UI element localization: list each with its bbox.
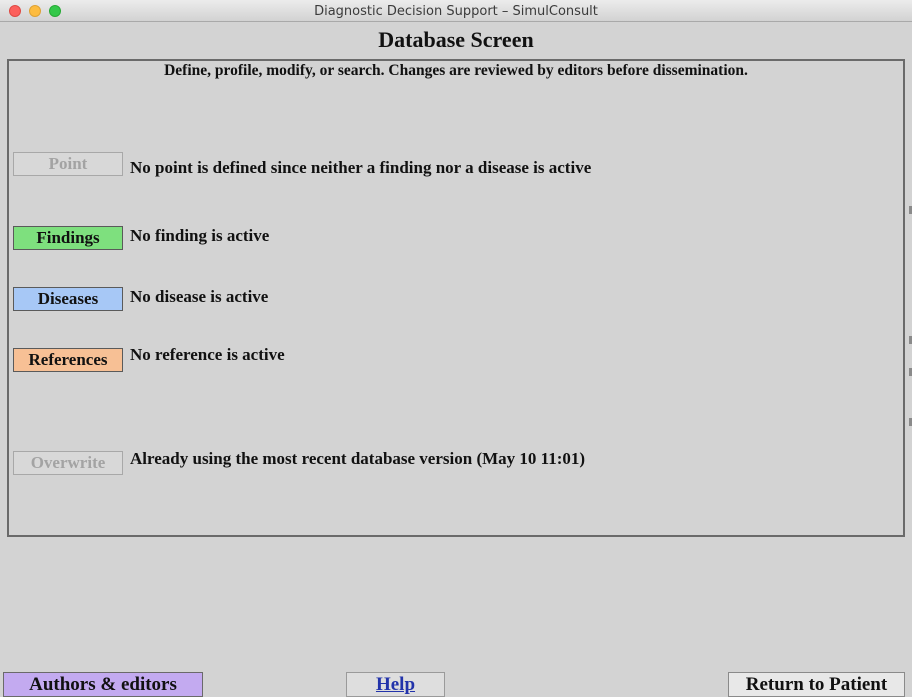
- findings-status: No finding is active: [130, 226, 270, 245]
- authors-editors-button[interactable]: Authors & editors: [3, 672, 203, 697]
- window-title: Diagnostic Decision Support – SimulConsu…: [314, 4, 598, 19]
- app-window: Diagnostic Decision Support – SimulConsu…: [0, 0, 912, 697]
- database-panel: Define, profile, modify, or search. Chan…: [7, 59, 905, 537]
- title-bar[interactable]: Diagnostic Decision Support – SimulConsu…: [0, 0, 912, 22]
- point-status: No point is defined since neither a find…: [130, 158, 592, 177]
- point-button[interactable]: Point: [13, 152, 123, 176]
- overwrite-button[interactable]: Overwrite: [13, 451, 123, 475]
- findings-button[interactable]: Findings: [13, 226, 123, 250]
- page-title: Database Screen: [378, 27, 534, 52]
- references-button[interactable]: References: [13, 348, 123, 372]
- diseases-button[interactable]: Diseases: [13, 287, 123, 311]
- return-to-patient-button[interactable]: Return to Patient: [728, 672, 905, 697]
- panel-instructions: Define, profile, modify, or search. Chan…: [164, 62, 748, 79]
- diseases-status: No disease is active: [130, 287, 269, 306]
- overwrite-status: Already using the most recent database v…: [130, 449, 586, 468]
- help-link[interactable]: Help: [346, 672, 445, 697]
- references-status: No reference is active: [130, 345, 285, 364]
